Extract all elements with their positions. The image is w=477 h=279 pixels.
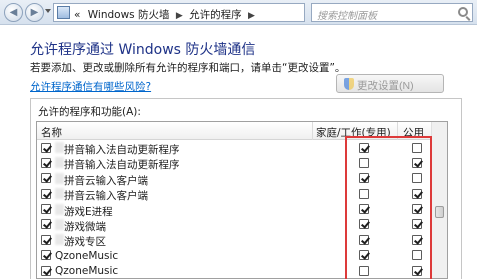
breadcrumb-separator-icon[interactable]: ▶ (248, 11, 255, 21)
search-icon[interactable] (458, 7, 468, 17)
breadcrumb: « Windows 防火墙 ▶ 允许的程序 ▶ (74, 7, 258, 22)
list-header: 名称 家庭/工作(专用) 公用 (37, 122, 433, 140)
home-work-checkbox[interactable] (359, 142, 369, 153)
page-title: 允许程序通过 Windows 防火墙通信 (30, 42, 256, 58)
program-name: QzoneMusic (55, 249, 119, 262)
control-panel-icon (57, 6, 70, 19)
back-arrow-icon[interactable]: ◀ (4, 3, 23, 22)
program-name: 拼音输入法自动更新程序 (64, 159, 180, 172)
home-work-checkbox[interactable] (359, 204, 369, 215)
program-name: 游戏专区 (64, 236, 106, 249)
public-checkbox[interactable] (412, 219, 422, 230)
forward-arrow-icon[interactable]: ▶ (25, 3, 44, 22)
breadcrumb-firewall[interactable]: Windows 防火墙 (88, 7, 170, 22)
home-work-checkbox[interactable] (359, 265, 369, 276)
enable-checkbox[interactable] (41, 219, 51, 230)
column-header-public[interactable]: 公用 (403, 125, 424, 140)
uac-shield-icon (344, 78, 354, 90)
program-icon (55, 157, 64, 169)
list-rows: 拼音输入法自动更新程序 拼音输入法自动更新程序 拼音云输入客户端 拼音云输入客户… (37, 141, 433, 278)
public-checkbox[interactable] (412, 234, 422, 245)
table-row[interactable]: 拼音输入法自动更新程序 (37, 141, 433, 156)
allowed-programs-list[interactable]: 名称 家庭/工作(专用) 公用 拼音输入法自动更新程序 拼音输入法自动更新程序 (36, 121, 448, 279)
breadcrumb-allowed-programs[interactable]: 允许的程序 (189, 7, 242, 22)
scrollbar-thumb[interactable] (435, 206, 444, 218)
address-toolbar: ◀ ▶ « Windows 防火墙 ▶ 允许的程序 ▶ ⟳ 搜索控制面板 (0, 0, 477, 25)
program-icon (55, 234, 64, 246)
program-icon (55, 142, 64, 153)
enable-checkbox[interactable] (41, 142, 51, 153)
home-work-checkbox[interactable] (359, 173, 369, 184)
program-icon (55, 203, 64, 215)
home-work-checkbox[interactable] (359, 219, 369, 230)
enable-checkbox[interactable] (41, 265, 51, 276)
enable-checkbox[interactable] (41, 250, 51, 261)
risk-info-link[interactable]: 允许程序通信有哪些风险? (30, 79, 151, 94)
program-name: 拼音云输入客户端 (64, 190, 148, 203)
table-row[interactable]: 游戏微端 (37, 218, 433, 233)
change-settings-button[interactable]: 更改设置(N) (336, 74, 444, 93)
table-row[interactable]: 拼音输入法自动更新程序 (37, 156, 433, 171)
program-name: QzoneMusic (55, 265, 119, 278)
vertical-scrollbar[interactable] (431, 122, 447, 278)
program-name: 拼音云输入客户端 (64, 174, 148, 187)
public-checkbox[interactable] (412, 188, 422, 199)
address-field[interactable]: « Windows 防火墙 ▶ 允许的程序 ▶ ⟳ (53, 3, 351, 22)
column-header-home-work[interactable]: 家庭/工作(专用) (316, 125, 391, 140)
table-row[interactable]: 拼音云输入客户端 (37, 172, 433, 187)
table-row[interactable]: 拼音云输入客户端 (37, 187, 433, 202)
program-name: 拼音输入法自动更新程序 (64, 144, 180, 156)
column-divider[interactable] (312, 122, 313, 140)
home-work-checkbox[interactable] (359, 250, 369, 261)
table-row[interactable]: QzoneMusic (37, 264, 433, 278)
public-checkbox[interactable] (412, 157, 422, 168)
history-dropdown-icon[interactable] (45, 9, 51, 13)
home-work-checkbox[interactable] (359, 188, 369, 199)
table-row[interactable]: QzoneMusic (37, 249, 433, 264)
enable-checkbox[interactable] (41, 234, 51, 245)
public-checkbox[interactable] (412, 265, 422, 276)
enable-checkbox[interactable] (41, 173, 51, 184)
table-row[interactable]: 游戏E进程 (37, 203, 433, 218)
search-box[interactable]: 搜索控制面板 (311, 3, 473, 22)
allowed-programs-label: 允许的程序和功能(A): (38, 106, 141, 118)
public-checkbox[interactable] (412, 204, 422, 215)
page-description: 若要添加、更改或删除所有允许的程序和端口，请单击“更改设置”。 (30, 62, 346, 74)
public-checkbox[interactable] (412, 142, 422, 153)
program-name: 游戏E进程 (64, 205, 113, 218)
home-work-checkbox[interactable] (359, 234, 369, 245)
column-divider[interactable] (397, 122, 398, 140)
home-work-checkbox[interactable] (359, 157, 369, 168)
program-icon (55, 218, 64, 230)
table-row[interactable]: 游戏专区 (37, 233, 433, 248)
change-settings-label: 更改设置(N) (357, 80, 414, 92)
breadcrumb-separator-icon[interactable]: ▶ (176, 11, 183, 21)
breadcrumb-prefix[interactable]: « (74, 9, 80, 21)
enable-checkbox[interactable] (41, 157, 51, 168)
enable-checkbox[interactable] (41, 204, 51, 215)
public-checkbox[interactable] (412, 250, 422, 261)
search-input[interactable]: 搜索控制面板 (317, 7, 377, 22)
program-icon (55, 188, 64, 200)
public-checkbox[interactable] (412, 173, 422, 184)
column-header-name[interactable]: 名称 (41, 125, 62, 140)
enable-checkbox[interactable] (41, 188, 51, 199)
program-name: 游戏微端 (64, 220, 106, 233)
program-icon (55, 172, 64, 184)
